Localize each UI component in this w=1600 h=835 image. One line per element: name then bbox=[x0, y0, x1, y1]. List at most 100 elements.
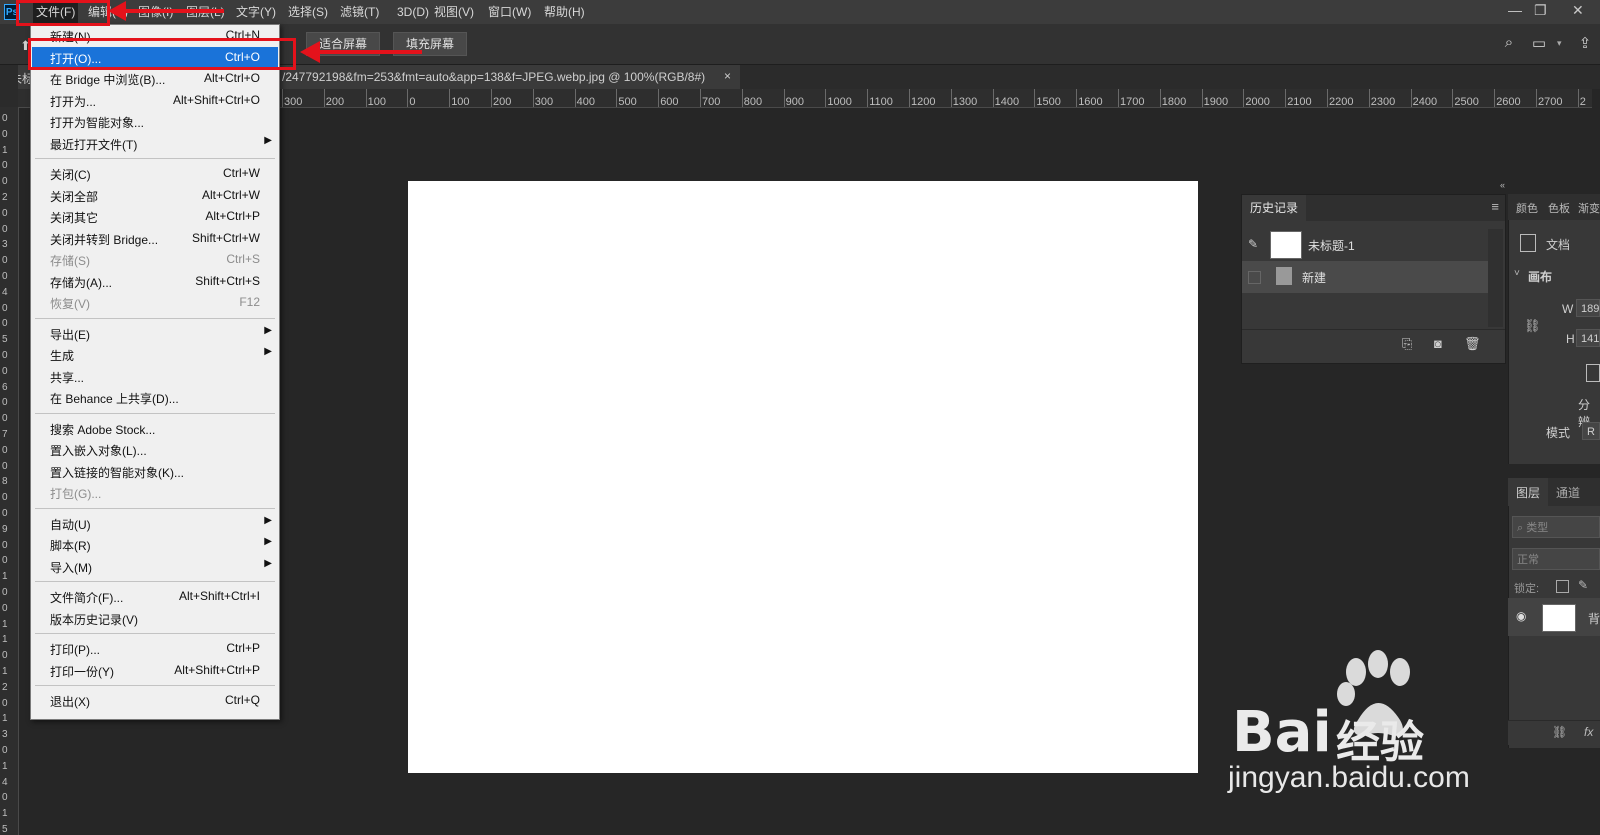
history-source-checkbox[interactable] bbox=[1248, 271, 1261, 284]
vertical-ruler-digit: 0 bbox=[2, 302, 8, 314]
file-menu-item[interactable]: 在 Bridge 中浏览(B)... Alt+Ctrl+O bbox=[32, 68, 278, 89]
ruler-tick-label: 1100 bbox=[869, 96, 893, 108]
close-tab-icon[interactable]: × bbox=[724, 69, 731, 83]
file-menu-item[interactable]: 退出(X) Ctrl+Q bbox=[32, 690, 278, 711]
file-menu-item[interactable]: 打印一份(Y) Alt+Shift+Ctrl+P bbox=[32, 660, 278, 681]
ruler-tick-mark bbox=[1201, 89, 1203, 107]
file-menu-item[interactable]: 搜索 Adobe Stock... bbox=[32, 418, 278, 439]
vertical-ruler-digit: 0 bbox=[2, 413, 8, 425]
share-icon[interactable]: ⇪ bbox=[1576, 34, 1594, 52]
menu-item-label: 关闭全部 bbox=[50, 189, 99, 204]
file-menu-item[interactable]: 生成 ▶ bbox=[32, 344, 278, 365]
tab-color[interactable]: 颜色 bbox=[1516, 200, 1538, 216]
workspace-icon[interactable]: ▭ bbox=[1530, 34, 1548, 52]
tab-layers[interactable]: 图层 bbox=[1516, 484, 1540, 501]
file-menu-item: 打包(G)... bbox=[32, 482, 278, 503]
ruler-tick-mark bbox=[491, 89, 492, 107]
menu-item-label: 打印(P)... bbox=[50, 643, 100, 657]
ruler-tick-label: 2000 bbox=[1245, 96, 1270, 108]
vertical-ruler-digit: 3 bbox=[2, 239, 8, 251]
vertical-ruler-digit: 0 bbox=[2, 444, 8, 456]
vertical-ruler-digit: 6 bbox=[2, 381, 8, 393]
chevron-down-icon[interactable]: ˅ bbox=[1514, 268, 1520, 279]
menu-view[interactable]: 视图(V) bbox=[434, 0, 474, 24]
vertical-ruler-digit: 1 bbox=[2, 713, 8, 725]
menu-select[interactable]: 选择(S) bbox=[288, 0, 328, 24]
eye-icon[interactable]: ◉ bbox=[1516, 609, 1526, 623]
fx-icon[interactable]: fx bbox=[1584, 725, 1593, 739]
file-menu-item[interactable]: 打开为... Alt+Shift+Ctrl+O bbox=[32, 90, 278, 111]
file-menu-item: 恢复(V) F12 bbox=[32, 292, 278, 313]
tab-channels[interactable]: 通道 bbox=[1556, 484, 1580, 501]
vertical-ruler-digit: 0 bbox=[2, 508, 8, 519]
file-menu-item[interactable]: 最近打开文件(T) ▶ bbox=[32, 133, 278, 154]
close-window-icon[interactable]: ✕ bbox=[1572, 2, 1584, 19]
lock-brush-icon[interactable]: ✎ bbox=[1578, 578, 1588, 592]
menu-help[interactable]: 帮助(H) bbox=[544, 0, 585, 24]
menu-item-label: 恢复(V) bbox=[50, 297, 90, 311]
file-menu-item[interactable]: 存储为(A)... Shift+Ctrl+S bbox=[32, 271, 278, 292]
menu-filter[interactable]: 滤镜(T) bbox=[340, 0, 379, 24]
menu-type[interactable]: 文字(Y) bbox=[236, 0, 276, 24]
lock-transparent-icon[interactable] bbox=[1556, 580, 1569, 593]
new-document-icon bbox=[1276, 267, 1292, 285]
history-snapshot-row[interactable]: ✎ 未标题-1 bbox=[1242, 229, 1488, 261]
new-document-from-state-icon[interactable]: ⎘ bbox=[1402, 336, 1412, 352]
link-layers-icon[interactable]: ⛓ bbox=[1552, 725, 1567, 739]
file-menu-item[interactable]: 打印(P)... Ctrl+P bbox=[32, 638, 278, 659]
tab-history[interactable]: 历史记录 bbox=[1242, 195, 1307, 221]
vertical-ruler-digit: 4 bbox=[2, 286, 8, 298]
file-menu-item[interactable]: 打开为智能对象... bbox=[32, 111, 278, 132]
blend-mode-select[interactable]: 正常 bbox=[1512, 548, 1600, 570]
document-canvas[interactable] bbox=[408, 181, 1198, 773]
width-input[interactable]: 189 bbox=[1576, 299, 1600, 317]
menu-3d[interactable]: 3D(D) bbox=[397, 0, 429, 24]
snapshot-name: 未标题-1 bbox=[1308, 239, 1355, 253]
menu-window[interactable]: 窗口(W) bbox=[488, 0, 531, 24]
ruler-tick-label: 2300 bbox=[1370, 96, 1396, 108]
file-menu-item[interactable]: 关闭其它 Alt+Ctrl+P bbox=[32, 206, 278, 227]
ruler-tick-mark bbox=[783, 89, 785, 107]
trash-icon[interactable]: 🗑 bbox=[1464, 336, 1481, 352]
layer-filter-input[interactable]: ⌕ 类型 bbox=[1512, 516, 1600, 538]
height-input[interactable]: 141 bbox=[1576, 329, 1600, 347]
tab-swatches[interactable]: 色板 bbox=[1548, 200, 1570, 216]
history-step-row[interactable]: 新建 bbox=[1242, 261, 1488, 293]
file-menu-item[interactable]: 置入链接的智能对象(K)... bbox=[32, 461, 278, 482]
panel-menu-icon[interactable]: ≡ bbox=[1491, 199, 1499, 214]
file-menu-item[interactable]: 关闭(C) Ctrl+W bbox=[32, 163, 278, 184]
vertical-ruler-digit: 0 bbox=[2, 792, 8, 804]
mode-select[interactable]: R bbox=[1582, 422, 1600, 440]
file-menu-item[interactable]: 版本历史记录(V) bbox=[32, 608, 278, 629]
file-menu-item[interactable]: 关闭并转到 Bridge... Shift+Ctrl+W bbox=[32, 228, 278, 249]
toolbar-gutter bbox=[0, 65, 18, 107]
annotation-box-file-menu bbox=[16, 0, 110, 26]
minimize-icon[interactable]: — bbox=[1508, 2, 1522, 18]
chevron-down-icon[interactable]: ▾ bbox=[1557, 38, 1562, 49]
vertical-ruler[interactable]: 0 0 1 0 0 2 0 0 3 0 0 4 0 0 5 0 0 6 0 0 7 0 0 8 0 0 9 0 0 1 0 0 1 1 0 1 2 0 1 3… bbox=[0, 107, 19, 835]
file-menu-item[interactable]: 自动(U) ▶ bbox=[32, 513, 278, 534]
tab-gradient[interactable]: 渐变 bbox=[1578, 200, 1600, 216]
file-menu-item[interactable]: 文件简介(F)... Alt+Shift+Ctrl+I bbox=[32, 586, 278, 607]
ruler-tick-label: 800 bbox=[743, 96, 763, 108]
watermark-logo-text: Bai bbox=[1232, 700, 1332, 765]
restore-icon[interactable]: ❐ bbox=[1534, 2, 1547, 19]
history-scrollbar[interactable] bbox=[1488, 229, 1503, 327]
file-menu-item[interactable]: 共享... bbox=[32, 366, 278, 387]
camera-icon[interactable]: ◙ bbox=[1434, 336, 1442, 351]
file-menu-item[interactable]: 关闭全部 Alt+Ctrl+W bbox=[32, 185, 278, 206]
menu-separator bbox=[35, 412, 275, 414]
menu-item-label: 关闭其它 bbox=[50, 211, 99, 225]
file-menu-item[interactable]: 在 Behance 上共享(D)... bbox=[32, 387, 278, 408]
ruler-tick-mark bbox=[1577, 89, 1579, 107]
file-menu-item[interactable]: 置入嵌入对象(L)... bbox=[32, 439, 278, 460]
file-menu-item[interactable]: 脚本(R) ▶ bbox=[32, 534, 278, 555]
panel-collapse-icon[interactable]: « bbox=[1240, 180, 1505, 192]
search-icon[interactable]: ⌕ bbox=[1500, 34, 1518, 52]
orientation-icon[interactable] bbox=[1586, 364, 1600, 382]
ruler-tick-mark bbox=[365, 89, 367, 107]
file-menu-item[interactable]: 导入(M) ▶ bbox=[32, 556, 278, 577]
file-menu-item[interactable]: 导出(E) ▶ bbox=[32, 323, 278, 344]
link-icon[interactable]: ⛓ bbox=[1524, 318, 1541, 334]
menu-item-label: 置入链接的智能对象(K)... bbox=[50, 465, 184, 480]
